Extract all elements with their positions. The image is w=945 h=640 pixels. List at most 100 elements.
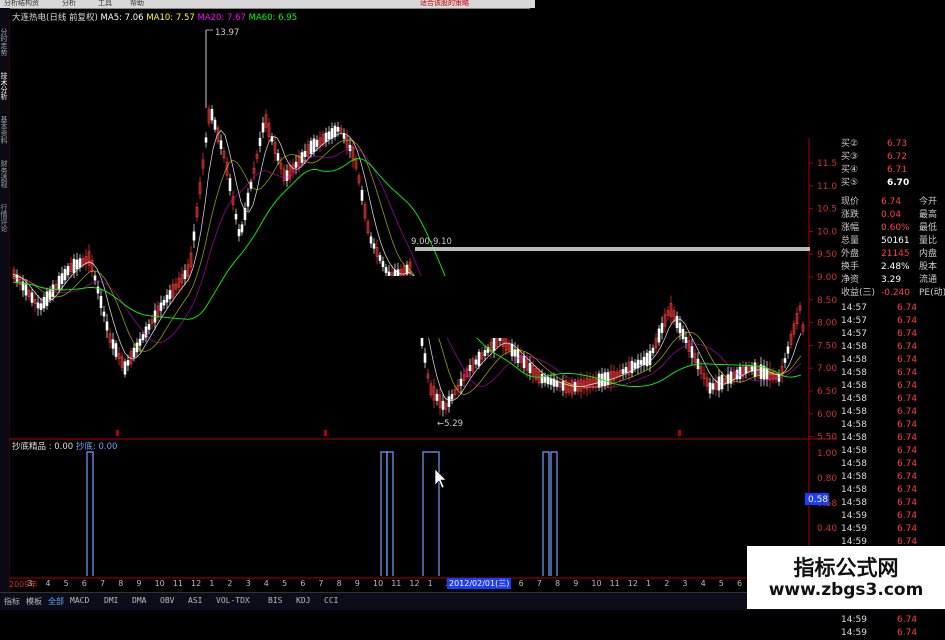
date-tick-label: 5	[282, 579, 288, 588]
indicator-value-text: 0.58	[808, 495, 828, 505]
menu-item-2[interactable]: 分析	[62, 0, 76, 8]
kline-chart[interactable]: 11.50 11.00 10.50 10.00 9.50 9.00 8.50 8.00 7.50…	[9, 8, 837, 579]
date-tick-label: 6	[518, 579, 524, 588]
candle-body	[165, 294, 169, 303]
date-tick-label: 6	[81, 579, 87, 588]
candle-body	[633, 362, 637, 369]
candle-body	[66, 266, 70, 276]
tab-technical[interactable]: 技术分析	[0, 66, 9, 106]
date-tick-label: 4	[263, 579, 269, 588]
bid-row-cell: 买④	[841, 165, 859, 175]
event-marker	[116, 430, 119, 436]
candle-body	[75, 259, 79, 270]
stat-row: 外盘 21145 内盘	[837, 248, 945, 261]
tab-fundamentals[interactable]: 基本资料	[0, 110, 9, 150]
candle-body	[762, 365, 766, 380]
event-marker	[678, 430, 681, 436]
stat-row-cell: 流通	[919, 275, 938, 285]
candle-body	[51, 284, 55, 297]
indicator-tab[interactable]: DMI	[104, 596, 118, 605]
strategy-promo-link[interactable]: 适合该股的策略	[420, 0, 469, 8]
indicator-tab[interactable]: DMA	[132, 596, 146, 605]
candle-body	[285, 170, 289, 181]
tab-comments[interactable]: 行情评论	[0, 198, 9, 238]
indicator-tick-label: 0.40	[817, 524, 837, 534]
date-tick-label: 4	[45, 579, 51, 588]
stat-row: 涨跌 0.04 最高	[837, 209, 945, 222]
signal-pulse	[380, 451, 388, 576]
candle-body	[642, 356, 646, 366]
menu-item-4[interactable]: 帮助	[130, 0, 144, 8]
price-tick-label: 8.00	[817, 319, 837, 329]
indicator-tab[interactable]: OBV	[160, 596, 174, 605]
tick-row: 14:58 6.74	[837, 471, 945, 484]
price-tick-label: 8.50	[817, 296, 837, 306]
mouse-cursor-icon	[434, 468, 447, 489]
candle-body	[192, 231, 196, 241]
candle-body	[783, 358, 787, 363]
candle-body	[753, 362, 757, 377]
candle-body	[720, 374, 724, 390]
candle-body	[162, 299, 166, 306]
ma5-label: MA5: 7.06	[100, 13, 144, 23]
indicator-tab[interactable]: MACD	[70, 596, 89, 605]
stat-row: 现价 6.74 今开	[837, 196, 945, 209]
indicator-tab[interactable]: 模板	[26, 596, 42, 607]
price-tick-label: 11.00	[817, 182, 837, 192]
tick-row-cell: 14:57	[841, 316, 867, 326]
tick-row-cell: 14:58	[841, 394, 867, 404]
indicator-tab[interactable]: VOL-TDX	[216, 596, 250, 605]
candle-body	[159, 302, 163, 311]
menu-item-1[interactable]: 分析结构资	[4, 0, 39, 8]
tick-row-cell: 6.74	[897, 433, 918, 443]
stat-row-cell: 3.29	[881, 275, 902, 285]
tick-row-cell: 14:58	[841, 485, 867, 495]
menu-item-3[interactable]: 工具	[98, 0, 112, 8]
indicator-tab[interactable]: KDJ	[296, 596, 310, 605]
candle-body	[510, 343, 514, 357]
tick-row: 14:58 6.74	[837, 497, 945, 510]
tick-row-cell: 14:58	[841, 498, 867, 508]
tick-row-cell: 6.74	[897, 420, 918, 430]
candle-body	[300, 152, 304, 163]
candle-body	[111, 339, 115, 349]
bid-row: 买④ 6.71	[837, 164, 945, 177]
candle-body	[447, 396, 451, 407]
stat-row-cell: 收益(三)	[841, 288, 876, 298]
candle-body	[78, 258, 82, 268]
stat-row-cell: 21145	[881, 249, 910, 259]
candle-body	[690, 346, 694, 358]
date-tick-label: 7	[536, 579, 542, 588]
candle-body	[105, 321, 109, 331]
tab-intraday[interactable]: 分时走势	[0, 22, 9, 62]
candle-body	[477, 351, 481, 367]
candle-body	[132, 347, 136, 358]
indicator-tab[interactable]: 全部	[48, 596, 64, 607]
candle-body	[708, 382, 712, 394]
candle-body	[648, 350, 652, 366]
tick-row: 14:58 6.74	[837, 406, 945, 419]
candle-body	[660, 323, 664, 333]
bid-row-cell: 买③	[841, 152, 859, 162]
tick-row: 14:58 6.74	[837, 484, 945, 497]
date-tick-label: 1	[209, 579, 215, 588]
candle-body	[258, 137, 262, 147]
occluding-panel-top	[530, 8, 837, 136]
price-tick-label: 5.50	[817, 433, 837, 443]
candle-body	[126, 360, 130, 366]
tick-row: 14:58 6.74	[837, 393, 945, 406]
indicator-tab[interactable]: ASI	[188, 596, 202, 605]
candle-body	[492, 336, 496, 352]
tab-finance[interactable]: 财务透视	[0, 154, 9, 194]
tick-row: 14:59 6.74	[837, 614, 945, 627]
candle-body	[39, 303, 43, 310]
date-tick-label: 7	[100, 579, 106, 588]
indicator-tab[interactable]: 指标	[4, 596, 20, 607]
indicator-tab[interactable]: BIS	[268, 596, 282, 605]
indicator-tab[interactable]: CCI	[324, 596, 338, 605]
candle-body	[24, 284, 28, 296]
indicator-legend: 抄底精品 : 0.00 抄底: 0.00	[12, 440, 117, 452]
cursor-date-label: 2012/02/01(三)	[447, 578, 512, 589]
candle-body	[72, 258, 76, 274]
bid-row-cell: 6.71	[887, 165, 908, 175]
